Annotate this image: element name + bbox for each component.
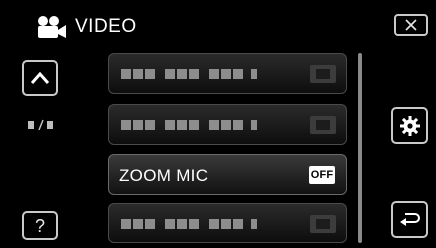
menu-item[interactable] (108, 53, 347, 94)
help-button[interactable]: ? (22, 211, 58, 240)
menu-item-value-placeholder (310, 215, 336, 233)
menu-item[interactable] (108, 104, 347, 145)
close-icon (405, 19, 417, 31)
chevron-up-icon (30, 71, 50, 84)
menu-item-zoom-mic[interactable]: ZOOM MIC OFF (108, 154, 347, 195)
video-camera-icon (38, 16, 66, 38)
return-arrow-icon (399, 212, 420, 226)
menu-item[interactable] (108, 203, 347, 243)
menu-item-label-placeholder (121, 219, 257, 229)
menu-item-label: ZOOM MIC (119, 166, 209, 185)
menu-item-label-placeholder (121, 69, 257, 79)
menu-item-value-badge: OFF (309, 166, 335, 184)
scrollbar[interactable] (358, 53, 362, 243)
back-button[interactable] (391, 201, 428, 238)
help-label: ? (34, 215, 45, 236)
scroll-up-button[interactable] (22, 60, 58, 96)
menu-item-value-placeholder (310, 65, 336, 83)
page-title: VIDEO (75, 16, 137, 37)
settings-button[interactable] (391, 107, 428, 144)
close-button[interactable] (394, 14, 428, 36)
page-indicator (28, 119, 53, 131)
gear-icon (399, 115, 420, 136)
menu-item-label-placeholder (121, 120, 257, 130)
menu-item-value-placeholder (310, 116, 336, 134)
